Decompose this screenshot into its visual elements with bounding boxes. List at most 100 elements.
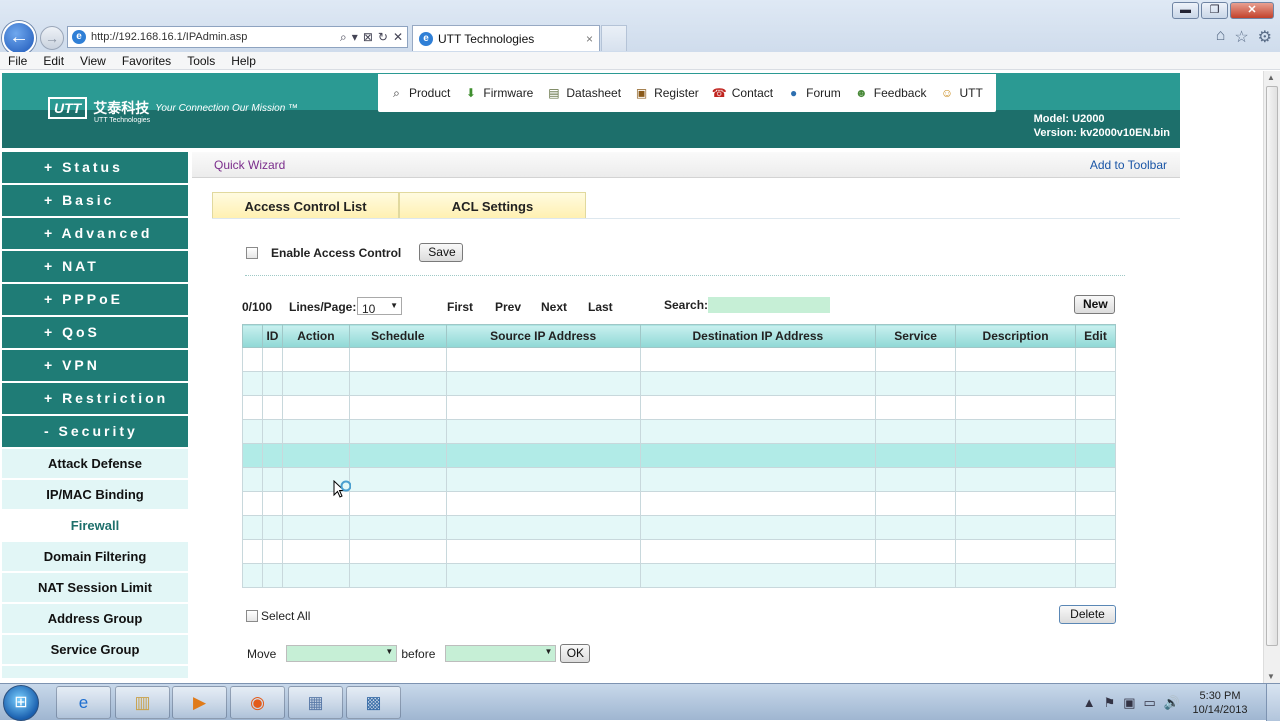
col-description[interactable]: Description <box>955 324 1076 348</box>
menu-view[interactable]: View <box>80 54 106 68</box>
dropdown-icon[interactable]: ▾ <box>352 30 358 44</box>
add-to-toolbar-link[interactable]: Add to Toolbar <box>1090 158 1167 172</box>
show-hidden-icons-icon[interactable]: ▲ <box>1083 695 1096 710</box>
taskbar-document-viewer-button[interactable]: ▦ <box>288 686 343 719</box>
start-button[interactable]: ⊞ <box>3 685 39 721</box>
back-arrow-icon: ← <box>9 26 29 48</box>
menu-file[interactable]: File <box>8 54 27 68</box>
sidebar-item-ip-mac-binding[interactable]: IP/MAC Binding <box>2 480 188 509</box>
menu-favorites[interactable]: Favorites <box>122 54 171 68</box>
save-button[interactable]: Save <box>419 243 464 262</box>
sidebar-item-firewall[interactable]: Firewall <box>2 511 188 540</box>
show-desktop-button[interactable] <box>1266 684 1280 721</box>
tab-access-control-list[interactable]: Access Control List <box>212 192 399 219</box>
new-button[interactable]: New <box>1074 295 1115 314</box>
sidebar-section-advanced[interactable]: + Advanced <box>2 218 188 249</box>
nav-link-feedback[interactable]: ☻ Feedback <box>853 85 927 102</box>
scroll-down-icon[interactable]: ▼ <box>1267 672 1275 681</box>
taskbar-firefox-button[interactable]: ◉ <box>230 686 285 719</box>
sidebar-item-attack-defense[interactable]: Attack Defense <box>2 449 188 478</box>
col-service[interactable]: Service <box>875 324 957 348</box>
forward-button[interactable]: → <box>40 26 64 50</box>
nav-link-datasheet[interactable]: ▤ Datasheet <box>545 85 621 102</box>
menu-help[interactable]: Help <box>231 54 256 68</box>
new-tab-button[interactable] <box>601 25 627 51</box>
volume-icon[interactable]: 🔊 <box>1164 695 1180 711</box>
first-page-link[interactable]: First <box>447 300 473 314</box>
stop-icon[interactable]: ✕ <box>393 30 403 44</box>
sidebar-section-nat[interactable]: + NAT <box>2 251 188 282</box>
vertical-scrollbar[interactable]: ▲ ▼ <box>1263 71 1280 683</box>
scroll-thumb[interactable] <box>1266 86 1278 646</box>
utt-logo: UTT 艾泰科技 Your Connection Our Mission ™ <box>48 97 298 119</box>
table-cell <box>242 371 263 396</box>
telephone-icon: ☎ <box>711 85 727 100</box>
favorites-star-icon[interactable]: ☆ <box>1234 27 1248 47</box>
address-url[interactable]: http://192.168.16.1/IPAdmin.asp <box>91 31 335 43</box>
next-page-link[interactable]: Next <box>541 300 567 314</box>
nav-link-register[interactable]: ▣ Register <box>633 85 699 102</box>
taskbar-media-player-button[interactable]: ▶ <box>172 686 227 719</box>
table-cell <box>242 395 263 420</box>
clock[interactable]: 5:30 PM 10/14/2013 <box>1188 689 1252 717</box>
table-cell <box>281 539 350 564</box>
sidebar-item-nat-session-limit[interactable]: NAT Session Limit <box>2 573 188 602</box>
menu-tools[interactable]: Tools <box>187 54 215 68</box>
restore-button[interactable]: ❐ <box>1201 2 1228 19</box>
network-icon[interactable]: ▭ <box>1144 695 1156 711</box>
usb-device-icon[interactable]: ▣ <box>1123 695 1135 711</box>
ok-button[interactable]: OK <box>560 644 591 663</box>
search-input[interactable] <box>708 297 830 313</box>
delete-button[interactable]: Delete <box>1059 605 1116 624</box>
search-icon[interactable]: ⌕ <box>340 30 347 45</box>
tab-acl-settings[interactable]: ACL Settings <box>399 192 586 219</box>
table-cell <box>955 395 1076 420</box>
sidebar-section-restriction[interactable]: + Restriction <box>2 383 188 414</box>
scroll-up-icon[interactable]: ▲ <box>1267 73 1275 82</box>
gear-icon[interactable]: ⚙ <box>1258 27 1272 47</box>
menu-edit[interactable]: Edit <box>43 54 64 68</box>
sidebar-section-pppoe[interactable]: + PPPoE <box>2 284 188 315</box>
col-id[interactable]: ID <box>261 324 283 348</box>
sidebar-section-security[interactable]: - Security <box>2 416 188 447</box>
taskbar-internet-explorer-button[interactable]: e <box>56 686 111 719</box>
refresh-icon[interactable]: ↻ <box>378 30 388 44</box>
back-button[interactable]: ← <box>2 21 36 55</box>
sidebar-item-service-group[interactable]: Service Group <box>2 635 188 664</box>
sidebar-section-vpn[interactable]: + VPN <box>2 350 188 381</box>
col-edit[interactable]: Edit <box>1074 324 1117 348</box>
col-schedule[interactable]: Schedule <box>348 324 447 348</box>
last-page-link[interactable]: Last <box>588 300 613 314</box>
nav-link-forum[interactable]: ● Forum <box>785 85 841 102</box>
table-row <box>242 563 1117 588</box>
enable-access-control-checkbox[interactable] <box>246 246 258 259</box>
sidebar-item-domain-filtering[interactable]: Domain Filtering <box>2 542 188 571</box>
close-window-button[interactable]: ✕ <box>1230 2 1274 19</box>
select-all-checkbox[interactable] <box>246 610 258 622</box>
sidebar-item-address-group[interactable]: Address Group <box>2 604 188 633</box>
sidebar-section-basic[interactable]: + Basic <box>2 185 188 216</box>
home-icon[interactable]: ⌂ <box>1216 27 1226 47</box>
browser-tab[interactable]: e UTT Technologies × <box>412 25 600 51</box>
compatibility-icon[interactable]: ⊠ <box>363 30 373 44</box>
col-source-ip[interactable]: Source IP Address <box>445 324 641 348</box>
lines-per-page-select[interactable]: 10 ▼ <box>357 297 402 316</box>
col-destination-ip[interactable]: Destination IP Address <box>639 324 877 348</box>
nav-link-utt[interactable]: ☺ UTT <box>938 85 983 102</box>
tab-close-icon[interactable]: × <box>586 32 593 46</box>
col-action[interactable]: Action <box>281 324 350 348</box>
sidebar-section-qos[interactable]: + QoS <box>2 317 188 348</box>
taskbar-file-explorer-button[interactable]: ▥ <box>115 686 170 719</box>
before-select[interactable]: ▼ <box>445 645 557 662</box>
sidebar-section-status[interactable]: + Status <box>2 152 188 183</box>
prev-page-link[interactable]: Prev <box>495 300 521 314</box>
quick-wizard-link[interactable]: Quick Wizard <box>214 158 285 172</box>
taskbar-network-settings-button[interactable]: ▩ <box>346 686 401 719</box>
nav-link-product[interactable]: ⌕ Product <box>388 85 450 102</box>
move-select[interactable]: ▼ <box>286 645 398 662</box>
nav-link-firmware[interactable]: ⬇ Firmware <box>462 85 534 102</box>
minimize-button[interactable]: ▬ <box>1172 2 1199 19</box>
nav-link-contact[interactable]: ☎ Contact <box>711 85 773 102</box>
address-bar[interactable]: e http://192.168.16.1/IPAdmin.asp ⌕ ▾ ⊠ … <box>67 26 408 48</box>
action-center-icon[interactable]: ⚑ <box>1104 695 1116 711</box>
